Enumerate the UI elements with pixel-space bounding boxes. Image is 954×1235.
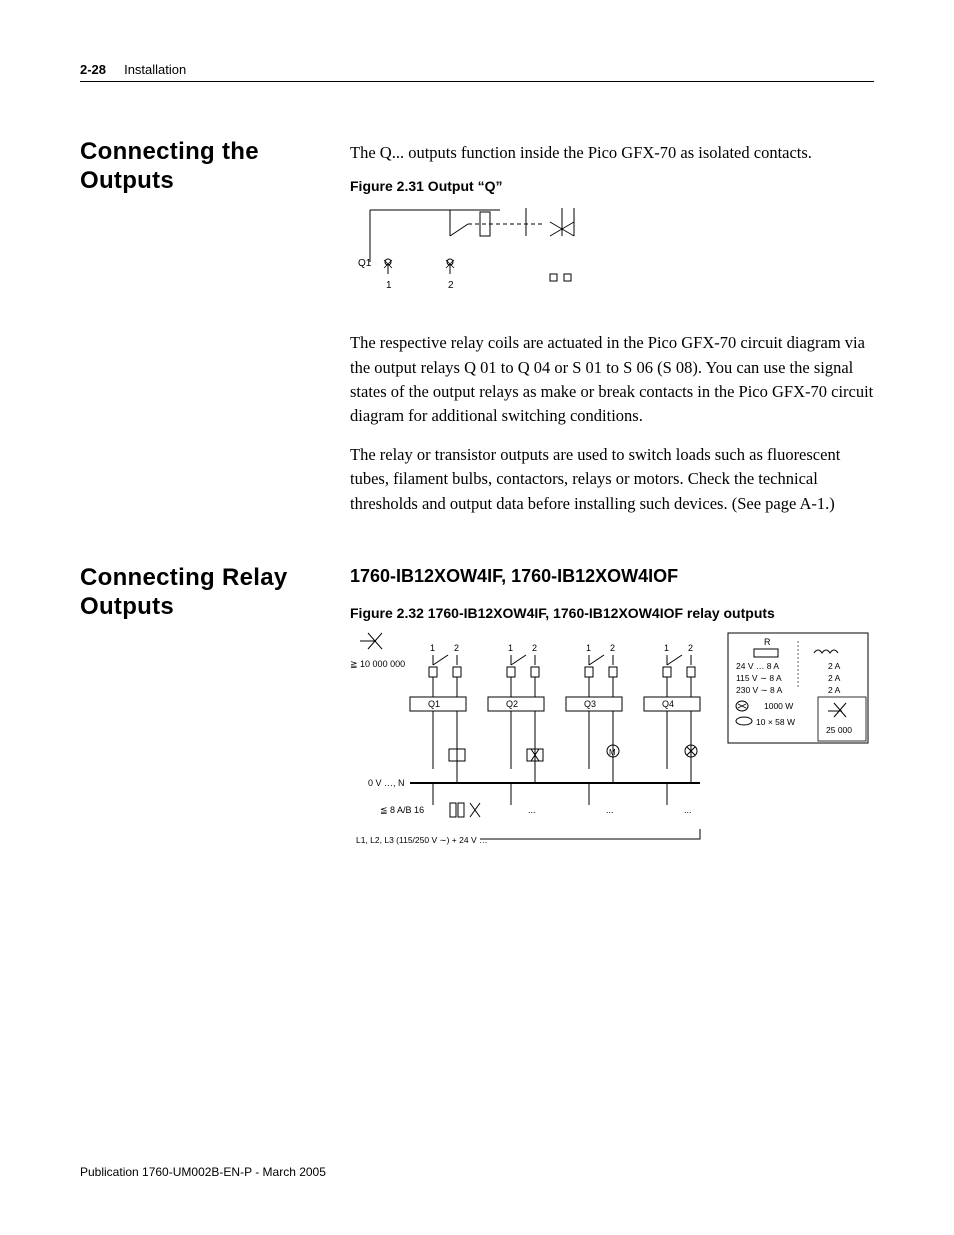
svg-text:R: R: [764, 637, 771, 647]
svg-text:Q1: Q1: [428, 699, 440, 709]
page-number: 2-28: [80, 62, 106, 77]
svg-text:2 A: 2 A: [828, 685, 841, 695]
svg-text:Q3: Q3: [584, 699, 596, 709]
running-head: 2-28 Installation: [80, 62, 874, 82]
svg-text:1000 W: 1000 W: [764, 701, 793, 711]
section-title-outputs: Connecting the Outputs: [80, 138, 350, 196]
svg-text:1: 1: [664, 643, 669, 653]
tube-icon: [736, 717, 752, 725]
ratings-box: R 24 V … 8 A 2 A 115 V ∼ 8 A 2 A 230 V ∼…: [728, 633, 868, 743]
svg-text:2: 2: [610, 643, 615, 653]
fuse-label: ≦ 8 A/B 16: [380, 805, 424, 815]
svg-text:10 × 58 W: 10 × 58 W: [756, 717, 795, 727]
supply-label: L1, L2, L3 (115/250 V ∼) + 24 V …: [356, 835, 487, 845]
figure-caption-2-32: Figure 2.32 1760-IB12XOW4IF, 1760-IB12XO…: [350, 605, 874, 621]
section1-para1: The respective relay coils are actuated …: [350, 331, 874, 429]
section1-para2: The relay or transistor outputs are used…: [350, 443, 874, 516]
starter-icon: [828, 703, 846, 717]
svg-text:1: 1: [430, 643, 435, 653]
svg-text:2: 2: [532, 643, 537, 653]
svg-text:24 V … 8 A: 24 V … 8 A: [736, 661, 779, 671]
svg-text:25 000: 25 000: [826, 725, 852, 735]
svg-text:1: 1: [508, 643, 513, 653]
svg-text:230 V ∼ 8 A: 230 V ∼ 8 A: [736, 685, 783, 695]
svg-text:2 A: 2 A: [828, 661, 841, 671]
figure-caption-2-31: Figure 2.31 Output “Q”: [350, 178, 874, 194]
svg-text:2 A: 2 A: [828, 673, 841, 683]
figure-2-31: Q1 1 2: [350, 202, 610, 312]
chapter-title: Installation: [124, 62, 186, 77]
svg-text:Q4: Q4: [662, 699, 674, 709]
svg-text:115 V ∼ 8 A: 115 V ∼ 8 A: [736, 673, 782, 683]
bulb-icon: [736, 701, 748, 711]
starter-icon: [360, 633, 382, 649]
terminal-1-label: 1: [386, 280, 392, 291]
relay-model-heading: 1760-IB12XOW4IF, 1760-IB12XOW4IOF: [350, 566, 874, 587]
svg-text:M: M: [609, 748, 616, 757]
q1-label: Q1: [358, 258, 372, 269]
terminal-2-label: 2: [448, 280, 454, 291]
svg-text:2: 2: [688, 643, 693, 653]
figure-2-32: ≧ 10 000 000 1 2 1 2: [350, 629, 870, 889]
zero-v-label: 0 V …, N: [368, 778, 405, 788]
relay-row: 1 2 1 2: [429, 643, 695, 697]
life-cycles-label: ≧ 10 000 000: [350, 659, 405, 669]
svg-text:1: 1: [586, 643, 591, 653]
section-title-relay-outputs: Connecting Relay Outputs: [80, 564, 350, 622]
svg-text:...: ...: [684, 805, 692, 815]
svg-text:2: 2: [454, 643, 459, 653]
svg-text:Q2: Q2: [506, 699, 518, 709]
publication-footer: Publication 1760-UM002B-EN-P - March 200…: [80, 1165, 326, 1179]
svg-text:...: ...: [528, 805, 536, 815]
intro-paragraph: The Q... outputs function inside the Pic…: [350, 142, 874, 164]
svg-text:...: ...: [606, 805, 614, 815]
